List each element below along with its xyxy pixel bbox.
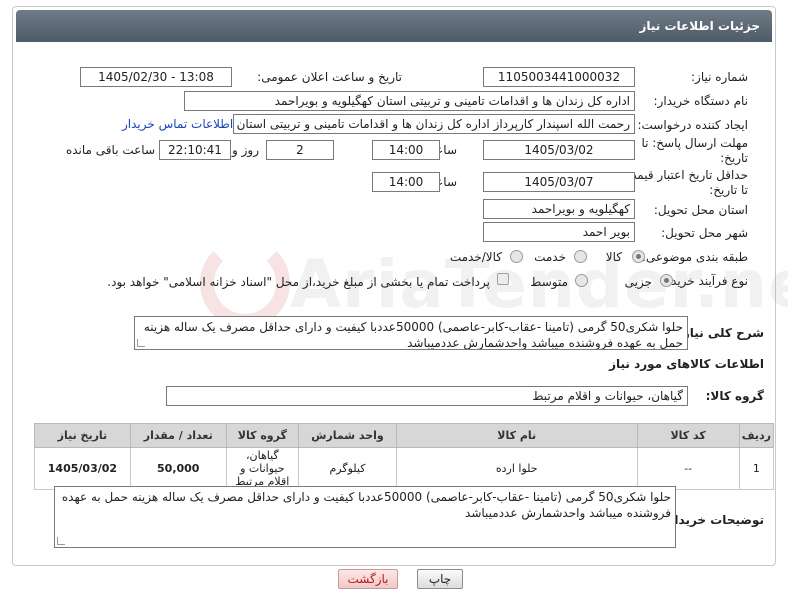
cell-unit: کیلوگرم <box>298 447 397 490</box>
price-validity-date-field: 1405/03/07 <box>483 172 635 192</box>
col-date-header: تاریخ نیاز <box>34 423 131 448</box>
remaining-time-field: 22:10:41 <box>159 140 231 160</box>
buyer-notes-text: حلوا شکری50 گرمی (تامینا -عقاب-کابر-عاصم… <box>61 490 671 520</box>
goods-group-field: گیاهان، حیوانات و اقلام مرتبط <box>166 386 688 406</box>
reply-days-label: روز و <box>232 143 259 157</box>
items-table: ردیف کد کالا نام کالا واحد شمارش گروه کا… <box>34 423 775 490</box>
description-textarea[interactable]: حلوا شکری50 گرمی (تامینا -عقاب-کابر-عاصم… <box>134 316 688 350</box>
need-details-page: جزئیات اطلاعات نیاز AriaTender.neT شماره… <box>0 0 788 606</box>
price-validity-time-field: 14:00 <box>372 172 440 192</box>
col-unit-header: واحد شمارش <box>298 423 397 448</box>
buyer-notes-textarea[interactable]: حلوا شکری50 گرمی (تامینا -عقاب-کابر-عاصم… <box>54 486 676 548</box>
purchase-type-label: نوع فرآیند خرید : <box>663 274 748 288</box>
buyer-org-field: اداره کل زندان ها و اقدامات تامینی و ترب… <box>184 91 635 111</box>
purchase-type-option-medium: متوسط <box>530 275 568 289</box>
reply-days-field: 2 <box>266 140 334 160</box>
delivery-city-field: بویر احمد <box>483 222 635 242</box>
goods-section-title: اطلاعات کالاهای مورد نیاز <box>609 357 764 371</box>
cell-date: 1405/03/02 <box>34 447 131 490</box>
goods-group-label: گروه کالا: <box>705 389 764 403</box>
col-row-header: ردیف <box>738 423 775 448</box>
category-radio-service[interactable] <box>574 250 587 263</box>
buyer-notes-label: توضیحات خریدار: <box>662 513 764 527</box>
col-code-header: کد کالا <box>636 423 740 448</box>
price-validity-label: حداقل تاریخ اعتبار قیمت: تا تاریخ: <box>621 168 748 197</box>
reply-deadline-label: مهلت ارسال پاسخ: تا تاریخ: <box>641 136 748 165</box>
description-text: حلوا شکری50 گرمی (تامینا -عقاب-کابر-عاصم… <box>143 320 683 350</box>
reply-deadline-time-field: 14:00 <box>372 140 440 160</box>
description-label: شرح کلی نیاز: <box>678 326 764 340</box>
col-group-header: گروه کالا <box>225 423 300 448</box>
resize-handle-icon[interactable] <box>57 537 65 545</box>
cell-name: حلوا ارده <box>395 447 638 490</box>
cell-quantity: 50,000 <box>129 447 227 490</box>
back-button[interactable]: بازگشت <box>338 569 398 589</box>
delivery-province-label: استان محل تحویل: <box>653 203 748 217</box>
announce-datetime-label: تاریخ و ساعت اعلان عمومی: <box>257 70 402 84</box>
buyer-contact-link[interactable]: اطلاعات تماس خریدار <box>122 117 233 131</box>
need-number-field: 1105003441000032 <box>483 67 635 87</box>
delivery-province-field: کهگیلویه و بویراحمد <box>483 199 635 219</box>
remaining-time-label: ساعت باقی مانده <box>65 143 155 157</box>
category-radio-goods[interactable] <box>632 250 645 263</box>
category-option-goods: کالا <box>605 250 622 264</box>
need-number-label: شماره نیاز: <box>691 70 748 84</box>
requester-label: ایجاد کننده درخواست: <box>637 118 748 132</box>
delivery-city-label: شهر محل تحویل: <box>661 226 748 240</box>
announce-datetime-field: 1405/02/30 - 13:08 <box>80 67 232 87</box>
purchase-type-radio-medium[interactable] <box>575 274 588 287</box>
cell-code: -- <box>636 447 740 490</box>
category-option-goods-service: کالا/خدمت <box>449 250 502 264</box>
treasury-payment-checkbox[interactable] <box>497 273 509 285</box>
table-header-row: ردیف کد کالا نام کالا واحد شمارش گروه کا… <box>34 423 775 448</box>
category-option-service: خدمت <box>534 250 566 264</box>
category-label: طبقه بندی موضوعی: <box>641 250 748 264</box>
col-qty-header: تعداد / مقدار <box>129 423 227 448</box>
requester-field: رحمت الله اسپندار کارپرداز اداره کل زندا… <box>233 114 635 134</box>
reply-deadline-date-field: 1405/03/02 <box>483 140 635 160</box>
purchase-type-option-minor: جزیی <box>624 275 652 289</box>
resize-handle-icon[interactable] <box>137 339 145 347</box>
table-row: 1 -- حلوا ارده کیلوگرم گیاهان، حیوانات و… <box>34 447 775 490</box>
category-radio-goods-service[interactable] <box>510 250 523 263</box>
page-header: جزئیات اطلاعات نیاز <box>16 10 772 42</box>
col-name-header: نام کالا <box>395 423 638 448</box>
cell-row-number: 1 <box>738 447 775 490</box>
treasury-payment-note: پرداخت تمام یا بخشی از مبلغ خرید،از محل … <box>107 275 490 289</box>
buyer-org-label: نام دستگاه خریدار: <box>653 94 749 108</box>
cell-group: گیاهان، حیوانات و اقلام مرتبط <box>225 447 300 490</box>
print-button[interactable]: چاپ <box>417 569 463 589</box>
purchase-type-radio-minor[interactable] <box>660 274 673 287</box>
page-title: جزئیات اطلاعات نیاز <box>639 19 760 33</box>
